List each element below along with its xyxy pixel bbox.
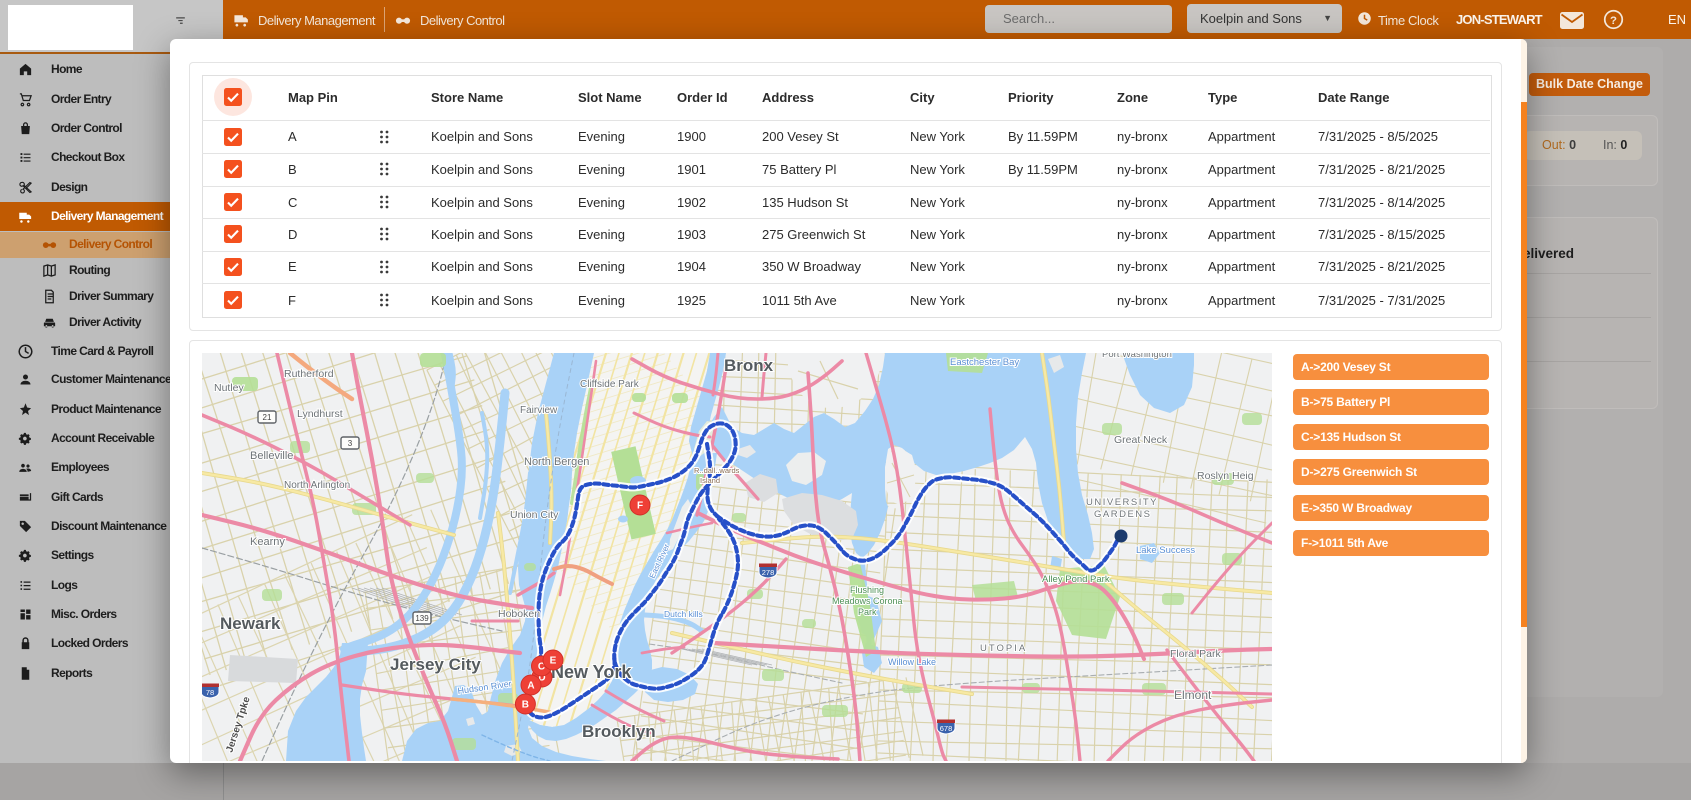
svg-text:139: 139: [415, 614, 429, 623]
svg-text:78: 78: [206, 688, 214, 697]
svg-text:Cliffside Park: Cliffside Park: [580, 379, 640, 390]
svg-text:Belleville: Belleville: [250, 450, 293, 462]
svg-text:Fairview: Fairview: [520, 405, 558, 416]
svg-text:Hoboken: Hoboken: [498, 608, 540, 620]
svg-text:UTOPIA: UTOPIA: [980, 643, 1027, 654]
svg-text:Roslyn Heig: Roslyn Heig: [1197, 470, 1254, 482]
svg-text:Brooklyn: Brooklyn: [582, 722, 656, 741]
svg-text:Floral Park: Floral Park: [1170, 648, 1222, 660]
svg-text:B: B: [522, 700, 529, 711]
svg-text:North Arlington: North Arlington: [284, 480, 350, 491]
svg-text:Port Washington: Port Washington: [1102, 353, 1172, 360]
svg-text:Willow Lake: Willow Lake: [888, 657, 936, 667]
svg-text:Eastchester Bay: Eastchester Bay: [950, 357, 1019, 368]
svg-text:Jersey City: Jersey City: [390, 655, 481, 674]
svg-text:A: A: [527, 681, 534, 692]
svg-text:Rutherford: Rutherford: [284, 368, 334, 380]
svg-text:3: 3: [348, 439, 353, 448]
svg-text:Dutch kills: Dutch kills: [664, 609, 703, 619]
svg-text:Park: Park: [858, 607, 877, 617]
svg-text:Meadows Corona: Meadows Corona: [832, 596, 903, 606]
svg-text:North Bergen: North Bergen: [524, 456, 589, 468]
svg-text:R..dall..wards: R..dall..wards: [694, 466, 740, 475]
svg-text:UNIVERSITY: UNIVERSITY: [1086, 497, 1158, 508]
svg-text:678: 678: [940, 724, 953, 733]
svg-text:Lyndhurst: Lyndhurst: [297, 408, 343, 420]
svg-text:Great Neck: Great Neck: [1114, 434, 1168, 446]
svg-text:Lake Success: Lake Success: [1136, 545, 1195, 556]
svg-text:278: 278: [762, 568, 775, 577]
svg-text:E: E: [550, 656, 557, 667]
svg-text:Kearny: Kearny: [250, 536, 285, 548]
svg-text:Bronx: Bronx: [724, 356, 774, 375]
svg-text:Nutley: Nutley: [214, 382, 245, 394]
svg-text:Elmont: Elmont: [1174, 688, 1212, 702]
svg-text:New York: New York: [551, 662, 632, 682]
svg-text:F: F: [637, 501, 643, 512]
svg-text:Flushing: Flushing: [850, 585, 884, 595]
svg-text:Union City: Union City: [510, 509, 559, 521]
svg-text:Alley Pond Park: Alley Pond Park: [1042, 574, 1110, 585]
svg-text:GARDENS: GARDENS: [1094, 509, 1151, 520]
svg-text:Newark: Newark: [220, 614, 281, 633]
svg-text:Island: Island: [700, 476, 720, 485]
svg-text:21: 21: [263, 413, 272, 422]
svg-text:?: ?: [1610, 15, 1617, 27]
